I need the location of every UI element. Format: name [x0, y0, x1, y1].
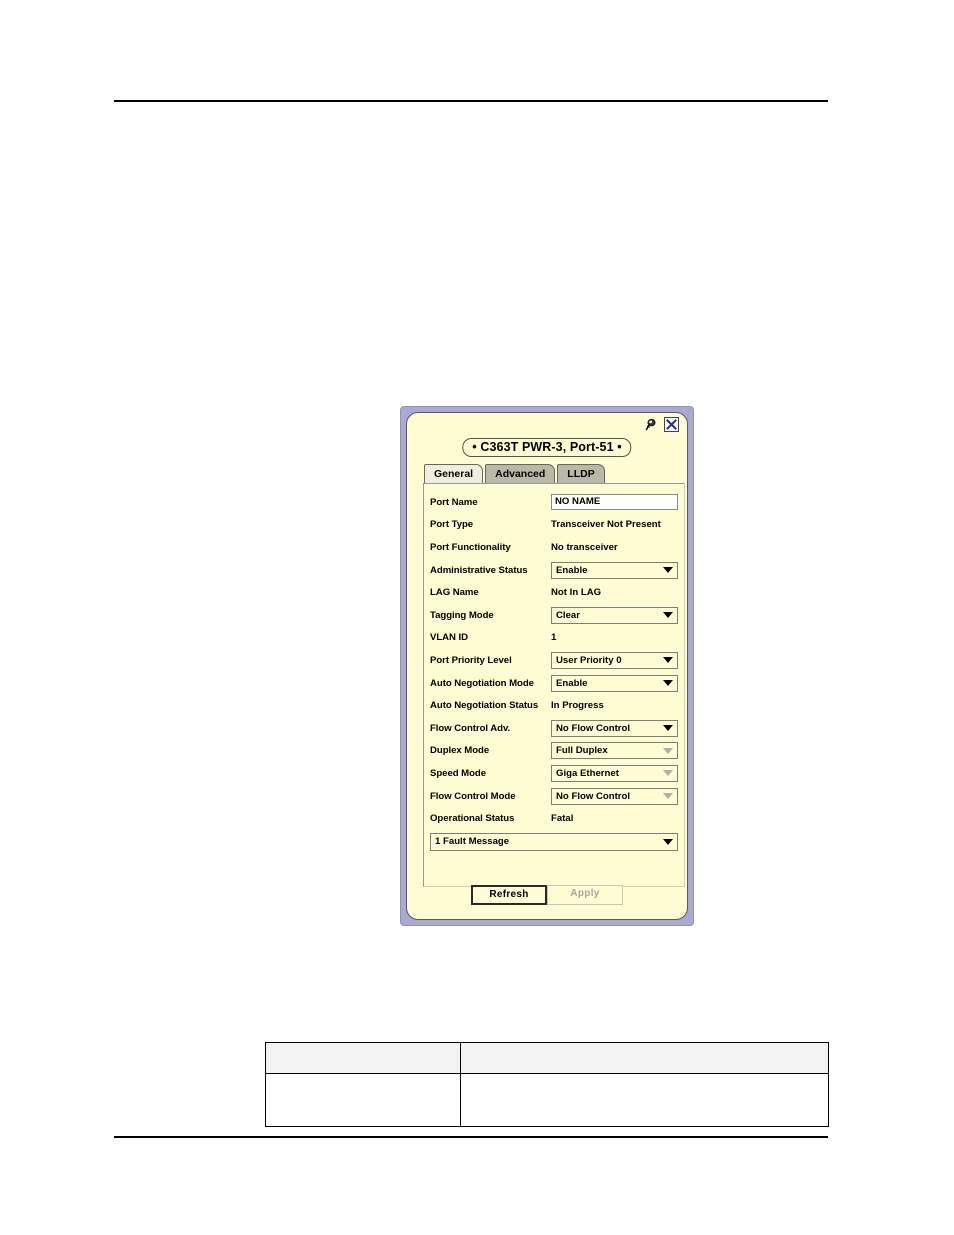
speed-mode-dropdown: Giga Ethernet [551, 764, 678, 782]
administrative-status-dropdown[interactable]: Enable [551, 561, 678, 579]
table-header-cell [265, 1042, 461, 1074]
lag-name-value: Not In LAG [551, 587, 602, 599]
field-row-port-name: Port Name NO NAME [430, 491, 678, 514]
lag-name-label: LAG Name [430, 587, 479, 599]
field-row-port-functionality: Port Functionality No transceiver [430, 536, 678, 559]
port-type-value: Transceiver Not Present [551, 519, 661, 531]
chevron-down-icon [663, 747, 673, 754]
speed-mode-label: Speed Mode [430, 767, 487, 779]
tab-lldp[interactable]: LLDP [557, 464, 605, 483]
chevron-down-icon [663, 612, 673, 619]
duplex-mode-label: Duplex Mode [430, 745, 490, 757]
auto-negotiation-mode-label: Auto Negotiation Mode [430, 677, 534, 689]
field-list: Port Name NO NAME Port Type Transceiver Not… [430, 491, 678, 830]
field-row-auto-negotiation-status: Auto Negotiation Status In Progress [430, 694, 678, 717]
flow-control-adv-value: No Flow Control [556, 722, 631, 734]
flow-control-mode-value: No Flow Control [556, 790, 631, 802]
table-cell [460, 1073, 829, 1127]
field-row-vlan-id: VLAN ID 1 [430, 627, 678, 650]
chevron-down-icon [663, 725, 673, 732]
auto-negotiation-mode-dropdown[interactable]: Enable [551, 674, 678, 692]
auto-negotiation-mode-value: Enable [556, 677, 588, 689]
port-configuration-dialog: • C363T PWR-3, Port-51 • General Advanced… [400, 406, 694, 926]
field-row-port-priority-level: Port Priority Level User Priority 0 [430, 649, 678, 672]
flow-control-mode-dropdown: No Flow Control [551, 787, 678, 805]
dialog-title: • C363T PWR-3, Port-51 • [462, 438, 632, 457]
titlebar-icons [644, 417, 679, 432]
port-name-input[interactable]: NO NAME [551, 494, 678, 511]
duplex-mode-dropdown: Full Duplex [551, 742, 678, 760]
chevron-down-icon [663, 793, 673, 800]
flow-control-adv-label: Flow Control Adv. [430, 722, 511, 734]
tab-bar: General Advanced LLDP [424, 464, 605, 483]
fault-message-dropdown[interactable]: 1 Fault Message [430, 832, 678, 851]
field-row-lag-name: LAG Name Not In LAG [430, 581, 678, 604]
field-row-tagging-mode: Tagging Mode Clear [430, 604, 678, 627]
field-row-duplex-mode: Duplex Mode Full Duplex [430, 740, 678, 763]
field-row-flow-control-mode: Flow Control Mode No Flow Control [430, 785, 678, 808]
port-priority-level-value: User Priority 0 [556, 654, 622, 666]
tab-advanced[interactable]: Advanced [485, 464, 556, 483]
table-row [265, 1073, 829, 1127]
port-name-label: Port Name [430, 496, 478, 508]
table-header-row [265, 1042, 829, 1074]
flow-control-mode-label: Flow Control Mode [430, 790, 516, 802]
vlan-id-label: VLAN ID [430, 632, 469, 644]
dialog-footer: Refresh Apply [407, 885, 687, 905]
flow-control-adv-dropdown[interactable]: No Flow Control [551, 719, 678, 737]
field-row-port-type: Port Type Transceiver Not Present [430, 514, 678, 537]
general-tab-panel: Port Name NO NAME Port Type Transceiver Not… [423, 483, 685, 887]
table-header-cell [460, 1042, 829, 1074]
auto-negotiation-status-label: Auto Negotiation Status [430, 700, 539, 712]
port-type-label: Port Type [430, 519, 474, 531]
field-row-administrative-status: Administrative Status Enable [430, 559, 678, 582]
field-row-speed-mode: Speed Mode Giga Ethernet [430, 762, 678, 785]
tagging-mode-label: Tagging Mode [430, 609, 494, 621]
chevron-down-icon [663, 838, 673, 845]
tab-general[interactable]: General [424, 464, 484, 483]
operational-status-value: Fatal [551, 813, 574, 825]
page-header-rule [114, 100, 828, 102]
page-footer-rule [114, 1136, 828, 1138]
chevron-down-icon [663, 680, 673, 687]
port-priority-level-label: Port Priority Level [430, 654, 512, 666]
field-row-flow-control-adv: Flow Control Adv. No Flow Control [430, 717, 678, 740]
tagging-mode-value: Clear [556, 609, 580, 621]
close-icon[interactable] [664, 417, 679, 432]
apply-button: Apply [547, 885, 623, 905]
document-table [265, 1042, 829, 1127]
dialog-body: • C363T PWR-3, Port-51 • General Advanced… [406, 412, 688, 920]
operational-status-label: Operational Status [430, 813, 515, 825]
chevron-down-icon [663, 770, 673, 777]
field-row-auto-negotiation-mode: Auto Negotiation Mode Enable [430, 672, 678, 695]
field-row-operational-status: Operational Status Fatal [430, 807, 678, 830]
port-functionality-label: Port Functionality [430, 541, 511, 553]
port-priority-level-dropdown[interactable]: User Priority 0 [551, 651, 678, 669]
table-cell [265, 1073, 461, 1127]
administrative-status-value: Enable [556, 564, 588, 576]
fault-message-value: 1 Fault Message [435, 836, 510, 848]
auto-negotiation-status-value: In Progress [551, 700, 604, 712]
port-functionality-value: No transceiver [551, 541, 618, 553]
chevron-down-icon [663, 567, 673, 574]
speed-mode-value: Giga Ethernet [556, 767, 619, 779]
refresh-button[interactable]: Refresh [471, 885, 547, 905]
vlan-id-value: 1 [551, 632, 557, 644]
duplex-mode-value: Full Duplex [556, 745, 608, 757]
chevron-down-icon [663, 657, 673, 664]
pin-icon[interactable] [644, 418, 658, 432]
tagging-mode-dropdown[interactable]: Clear [551, 606, 678, 624]
administrative-status-label: Administrative Status [430, 564, 528, 576]
